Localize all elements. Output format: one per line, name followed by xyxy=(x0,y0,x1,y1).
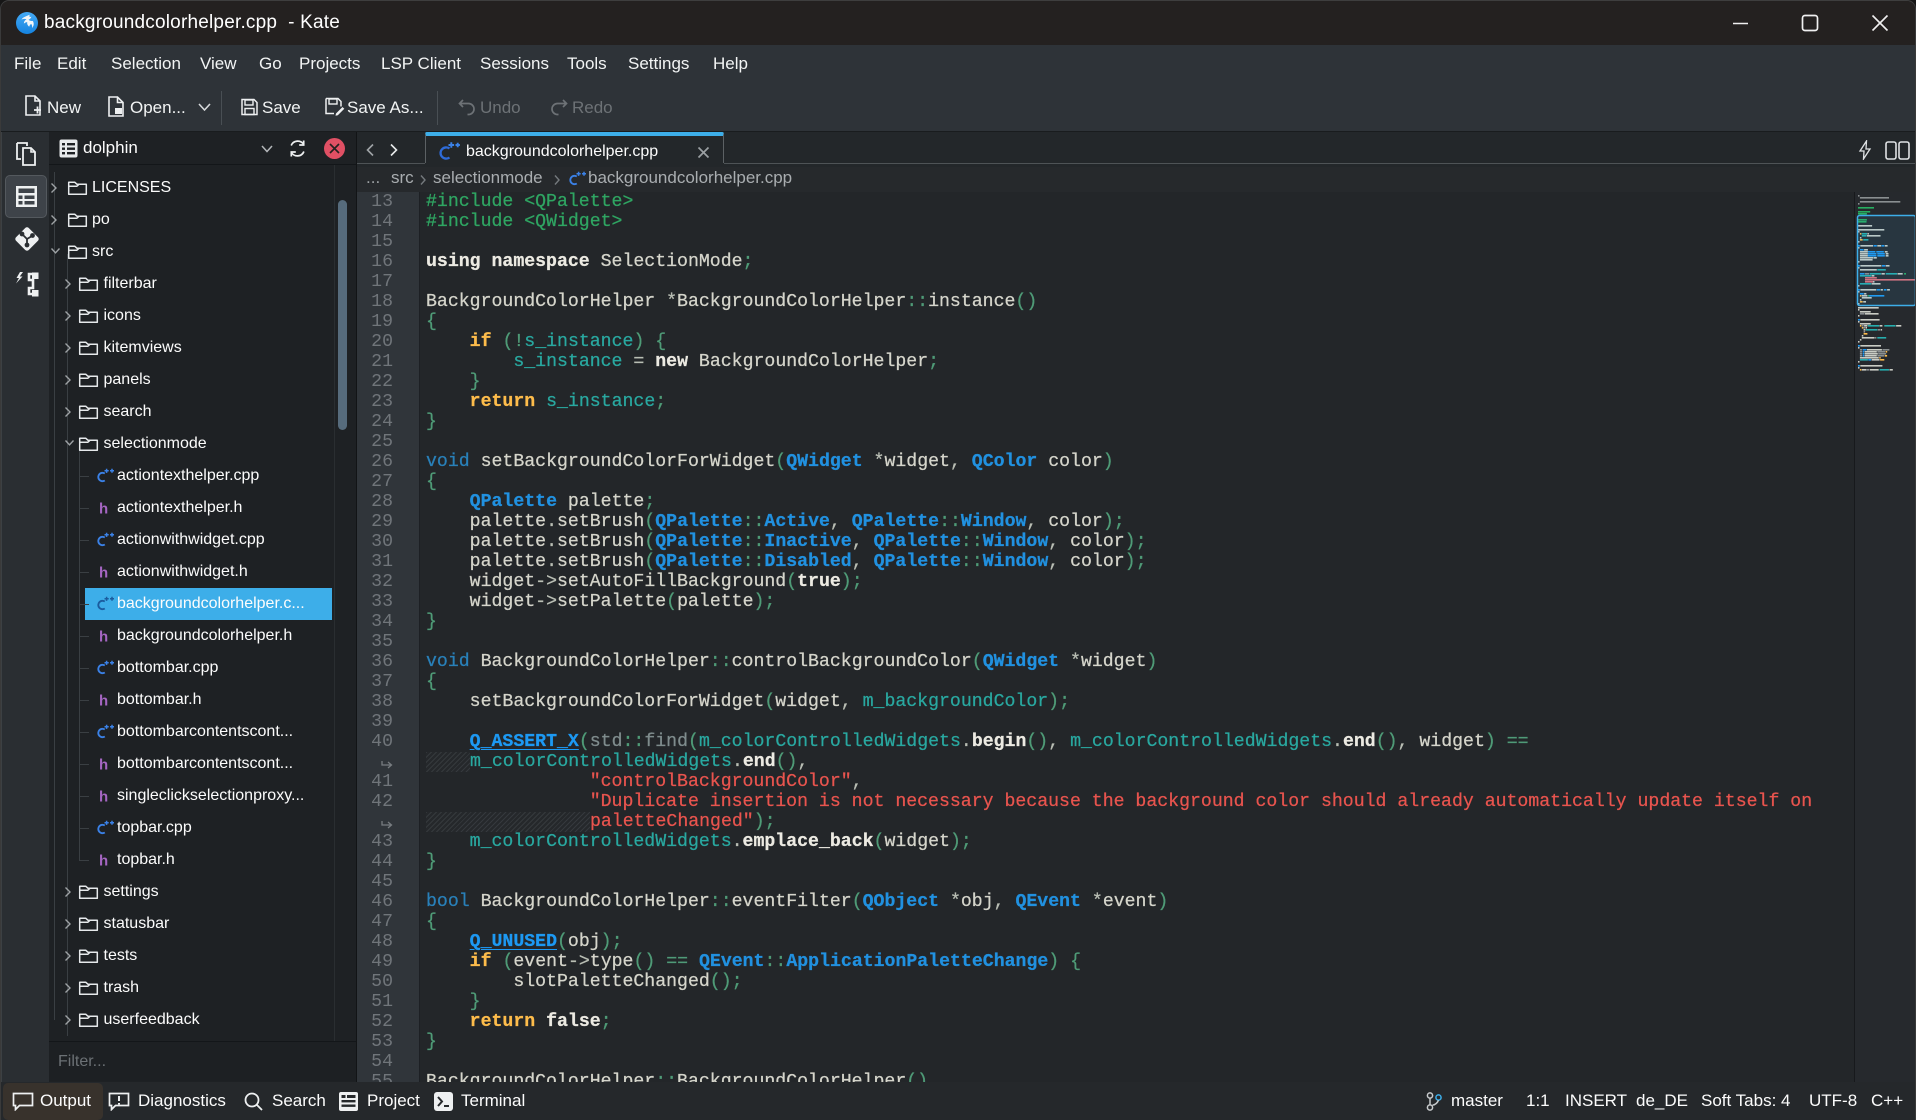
svg-text:h: h xyxy=(99,629,108,646)
svg-text:h: h xyxy=(99,565,108,582)
svg-text:h: h xyxy=(99,789,108,806)
svg-text:h: h xyxy=(99,501,108,518)
svg-text:h: h xyxy=(99,853,108,870)
svg-text:h: h xyxy=(99,693,108,710)
svg-text:h: h xyxy=(99,757,108,774)
